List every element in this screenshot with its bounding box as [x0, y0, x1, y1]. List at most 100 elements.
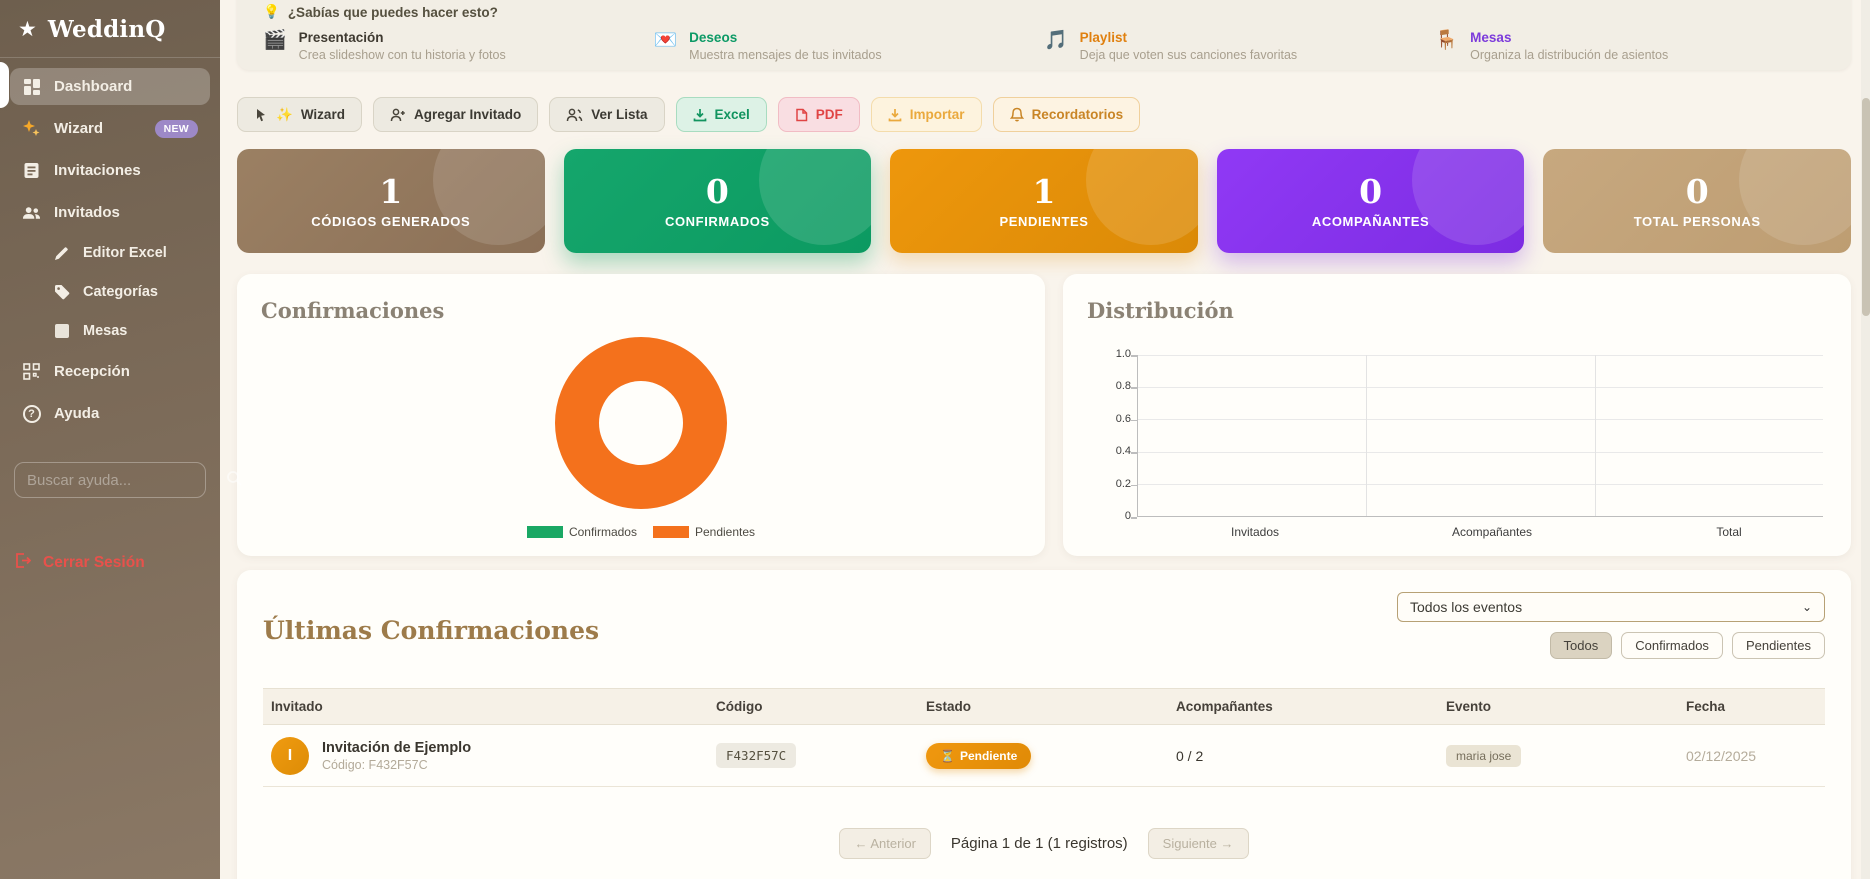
- y-tick: 0.8: [1115, 380, 1131, 393]
- filter-label: Todos: [1563, 638, 1599, 653]
- y-tick: 0.6: [1115, 412, 1131, 425]
- tip-presentacion[interactable]: 🎬 Presentación Crea slideshow con tu his…: [263, 30, 654, 62]
- prev-page-button[interactable]: ← Anterior: [839, 828, 931, 859]
- download-icon: [888, 108, 902, 122]
- legend-item-confirmados[interactable]: Confirmados: [526, 525, 637, 539]
- button-label: Wizard: [300, 107, 345, 122]
- col-header-codigo: Código: [716, 699, 763, 714]
- tip-title: Deseos: [689, 30, 738, 45]
- person-add-icon: [390, 108, 406, 122]
- guest-code-subtitle: Código: F432F57C: [322, 757, 428, 772]
- section-title: Últimas Confirmaciones: [263, 616, 600, 645]
- event-filter-select[interactable]: Todos los eventos ⌄: [1397, 592, 1825, 622]
- love-letter-icon: 💌: [653, 30, 678, 51]
- y-tick: 0: [1124, 510, 1131, 522]
- sidebar-item-label: Invitaciones: [54, 162, 141, 179]
- sidebar-item-ayuda[interactable]: ? Ayuda: [10, 395, 210, 432]
- tip-subtitle: Crea slideshow con tu historia y fotos: [298, 48, 506, 62]
- filter-confirmados-button[interactable]: Confirmados: [1621, 632, 1723, 659]
- bell-icon: [1009, 107, 1024, 122]
- wizard-button[interactable]: ✨ Wizard: [237, 97, 362, 132]
- view-list-button[interactable]: Ver Lista: [549, 97, 665, 132]
- reminders-button[interactable]: Recordatorios: [992, 97, 1141, 132]
- sidebar-item-editor-excel[interactable]: Editor Excel: [10, 236, 210, 270]
- tip-title: Presentación: [298, 30, 384, 45]
- stat-label: CÓDIGOS GENERADOS: [311, 213, 471, 229]
- y-tick: 0.4: [1115, 445, 1131, 458]
- filter-todos-button[interactable]: Todos: [1549, 632, 1613, 659]
- dashboard-grid-icon: [22, 77, 41, 96]
- stat-value: 0: [1359, 171, 1383, 211]
- export-pdf-button[interactable]: PDF: [777, 97, 860, 132]
- tip-subtitle: Muestra mensajes de tus invitados: [689, 48, 882, 62]
- confirmaciones-chart-card: Confirmaciones Confirmados Pendientes: [237, 274, 1045, 556]
- distribucion-chart-card: Distribución 1.0 0.8 0.6 0.4 0.2 0 Invit…: [1063, 274, 1851, 556]
- chart-title: Confirmaciones: [261, 298, 445, 323]
- companions-count: 0 / 2: [1176, 747, 1204, 764]
- people-icon: [566, 108, 583, 122]
- sidebar-item-mesas[interactable]: Mesas: [10, 314, 210, 348]
- sidebar-item-label: Wizard: [54, 120, 104, 137]
- next-page-button[interactable]: Siguiente →: [1147, 828, 1249, 859]
- pagination: ← Anterior Página 1 de 1 (1 registros) S…: [237, 828, 1851, 859]
- col-header-fecha: Fecha: [1686, 699, 1726, 714]
- help-search-input[interactable]: [27, 471, 226, 489]
- event-chip: maria jose: [1446, 744, 1522, 767]
- stat-card-acompanantes: 0 ACOMPAÑANTES: [1216, 149, 1525, 253]
- x-category: Acompañantes: [1451, 525, 1533, 539]
- tip-playlist[interactable]: 🎵 Playlist Deja que voten sus canciones …: [1044, 30, 1435, 62]
- sidebar-item-invitaciones[interactable]: Invitaciones: [10, 152, 210, 189]
- legend-item-pendientes[interactable]: Pendientes: [652, 525, 755, 539]
- y-tick: 0.2: [1115, 477, 1131, 490]
- table-row[interactable]: I Invitación de Ejemplo Código: F432F57C…: [263, 725, 1825, 787]
- file-icon: [795, 108, 808, 122]
- sidebar-item-label: Mesas: [83, 323, 128, 339]
- help-question-icon: ?: [22, 404, 41, 423]
- tip-title: Playlist: [1079, 30, 1127, 45]
- col-header-invitado: Invitado: [271, 699, 323, 714]
- stat-label: ACOMPAÑANTES: [1311, 213, 1430, 229]
- y-tick: 1.0: [1115, 348, 1131, 360]
- sidebar-item-invitados[interactable]: Invitados: [10, 194, 210, 231]
- code-chip: F432F57C: [716, 743, 797, 768]
- chevron-down-icon: ⌄: [1801, 600, 1812, 614]
- import-button[interactable]: Importar: [870, 97, 982, 132]
- scrollbar[interactable]: [1861, 0, 1870, 879]
- sidebar-divider: [0, 57, 220, 58]
- filter-pendientes-button[interactable]: Pendientes: [1731, 632, 1825, 659]
- qr-code-icon: [22, 362, 41, 381]
- sidebar-item-dashboard[interactable]: Dashboard: [10, 68, 210, 105]
- button-label: Ver Lista: [591, 107, 648, 122]
- help-search-box: [14, 462, 242, 498]
- page-info: Página 1 de 1 (1 registros): [950, 835, 1128, 852]
- new-badge: NEW: [154, 119, 198, 138]
- x-category: Total: [1716, 525, 1742, 539]
- toolbar: ✨ Wizard Agregar Invitado Ver Lista Exce…: [237, 97, 1141, 132]
- tag-icon: [52, 283, 71, 302]
- guests-people-icon: [22, 203, 41, 222]
- avatar: I: [271, 736, 309, 775]
- guest-name: Invitación de Ejemplo: [322, 739, 472, 756]
- prev-label: ← Anterior: [854, 836, 916, 851]
- col-header-evento: Evento: [1446, 699, 1492, 714]
- tip-subtitle: Organiza la distribución de asientos: [1470, 48, 1669, 62]
- export-excel-button[interactable]: Excel: [675, 97, 767, 132]
- stat-card-pendientes: 1 PENDIENTES: [890, 149, 1198, 253]
- status-badge: ⏳ Pendiente: [926, 742, 1032, 769]
- tip-deseos[interactable]: 💌 Deseos Muestra mensajes de tus invitad…: [654, 30, 1045, 62]
- add-guest-button[interactable]: Agregar Invitado: [372, 97, 539, 132]
- logout-button[interactable]: Cerrar Sesión: [14, 552, 145, 574]
- x-category: Invitados: [1230, 525, 1280, 539]
- download-icon: [693, 108, 707, 122]
- sidebar-item-recepcion[interactable]: Recepción: [10, 353, 210, 390]
- hourglass-icon: ⏳: [940, 748, 955, 763]
- scrollbar-thumb[interactable]: [1861, 98, 1870, 316]
- stat-card-codigos-generados: 1 CÓDIGOS GENERADOS: [237, 149, 545, 253]
- stat-label: PENDIENTES: [999, 213, 1089, 229]
- tip-title: Mesas: [1470, 30, 1512, 45]
- pencil-icon: [52, 244, 71, 263]
- tip-mesas[interactable]: 🪑 Mesas Organiza la distribución de asie…: [1435, 30, 1826, 62]
- donut-legend: Confirmados Pendientes: [261, 525, 1021, 539]
- sidebar-item-wizard[interactable]: Wizard NEW: [10, 110, 210, 147]
- sidebar-item-categorias[interactable]: Categorías: [10, 275, 210, 309]
